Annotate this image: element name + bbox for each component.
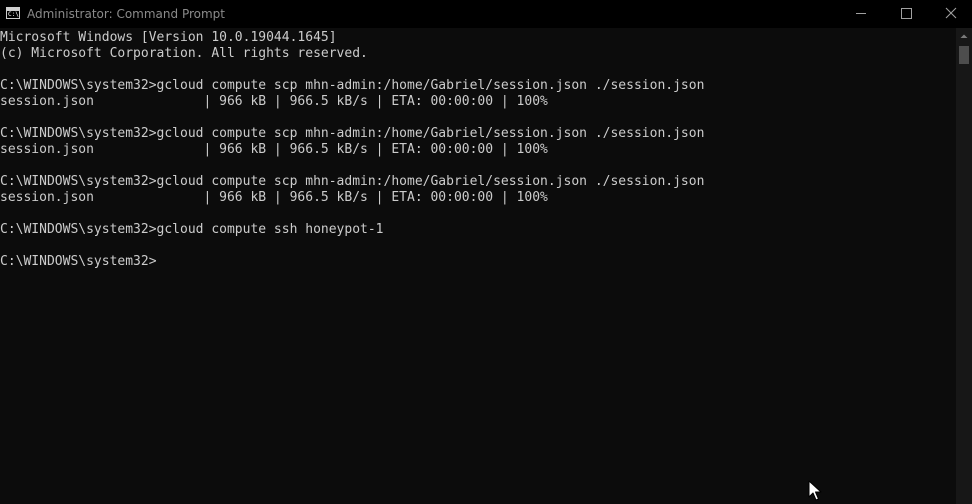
scroll-up-button[interactable] [956, 28, 972, 44]
command-prompt-line[interactable]: C:\WINDOWS\system32> [0, 254, 704, 270]
maximize-icon [901, 8, 912, 19]
scrollbar-thumb[interactable] [959, 46, 969, 64]
console-line: session.json | 966 kB | 966.5 kB/s | ETA… [0, 190, 548, 205]
console-line: C:\WINDOWS\system32>gcloud compute scp m… [0, 174, 705, 189]
vertical-scrollbar[interactable] [956, 28, 972, 504]
console-line: C:\WINDOWS\system32>gcloud compute scp m… [0, 78, 705, 93]
console-line: C:\WINDOWS\system32>gcloud compute ssh h… [0, 222, 384, 237]
console-line: C:\WINDOWS\system32>gcloud compute scp m… [0, 126, 705, 141]
command-prompt-window: C:\ Administrator: Command Prompt Micros… [0, 0, 972, 504]
close-icon [945, 7, 957, 19]
maximize-button[interactable] [883, 0, 929, 28]
minimize-icon [856, 13, 866, 14]
minimize-button[interactable] [838, 0, 884, 28]
close-button[interactable] [928, 0, 972, 28]
console-line: (c) Microsoft Corporation. All rights re… [0, 46, 368, 61]
window-title: Administrator: Command Prompt [27, 7, 225, 21]
scroll-up-arrow-icon [960, 34, 968, 38]
console-lines: Microsoft Windows [Version 10.0.19044.16… [0, 30, 704, 270]
mouse-pointer-icon [808, 480, 822, 502]
console-line: session.json | 966 kB | 966.5 kB/s | ETA… [0, 94, 548, 109]
title-bar[interactable]: C:\ Administrator: Command Prompt [0, 0, 972, 28]
console-line: session.json | 966 kB | 966.5 kB/s | ETA… [0, 142, 548, 157]
console-line: Microsoft Windows [Version 10.0.19044.16… [0, 30, 337, 45]
cmd-icon: C:\ [6, 7, 20, 19]
console-output[interactable]: Microsoft Windows [Version 10.0.19044.16… [0, 28, 956, 504]
